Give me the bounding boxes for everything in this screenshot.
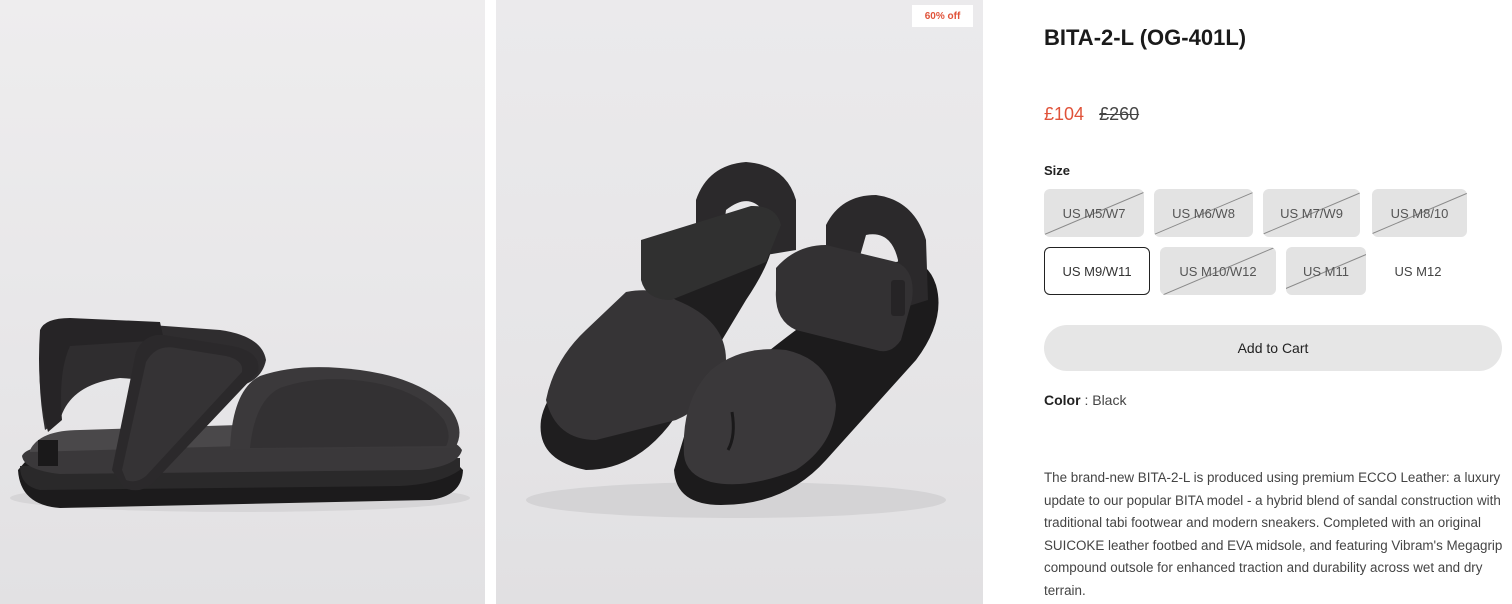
size-option-label: US M9/W11 <box>1062 263 1132 279</box>
size-option-m11[interactable]: US M11 <box>1286 247 1366 295</box>
size-option-m7[interactable]: US M7/W9 <box>1263 189 1360 237</box>
discount-badge: 60% off <box>912 5 973 27</box>
size-option-label: US M5/W7 <box>1062 205 1126 221</box>
color-label: Color <box>1044 392 1081 408</box>
gallery-divider <box>485 0 496 604</box>
size-option-label: US M11 <box>1303 263 1349 279</box>
product-image-side[interactable] <box>0 0 485 604</box>
size-option-m12[interactable]: US M12 <box>1376 247 1460 295</box>
product-image-pair[interactable] <box>496 0 983 604</box>
sale-price: £104 <box>1044 104 1085 124</box>
original-price: £260 <box>1099 104 1140 124</box>
size-option-label: US M6/W8 <box>1172 205 1235 221</box>
add-to-cart-button[interactable]: Add to Cart <box>1044 325 1502 371</box>
price-row: £104 £260 <box>1044 104 1139 125</box>
size-option-label: US M8/10 <box>1390 205 1449 221</box>
sandal-pair-illustration <box>526 162 946 518</box>
size-option-m8[interactable]: US M8/10 <box>1372 189 1467 237</box>
size-option-m10[interactable]: US M10/W12 <box>1160 247 1276 295</box>
size-label: Size <box>1044 163 1071 178</box>
color-row: Color : Black <box>1044 392 1126 408</box>
size-option-m5[interactable]: US M5/W7 <box>1044 189 1144 237</box>
color-value: Black <box>1092 392 1127 408</box>
sandal-side-illustration <box>10 318 470 512</box>
product-description: The brand-new BITA-2-L is produced using… <box>1044 470 1503 598</box>
color-separator: : <box>1080 392 1093 408</box>
size-option-label: US M10/W12 <box>1179 263 1257 279</box>
size-option-label: US M7/W9 <box>1280 205 1343 221</box>
product-title: BITA-2-L (OG-401L) <box>1044 25 1247 50</box>
size-option-m6[interactable]: US M6/W8 <box>1154 189 1253 237</box>
size-option-label: US M12 <box>1394 263 1442 279</box>
size-option-m9[interactable]: US M9/W11 <box>1044 247 1150 295</box>
